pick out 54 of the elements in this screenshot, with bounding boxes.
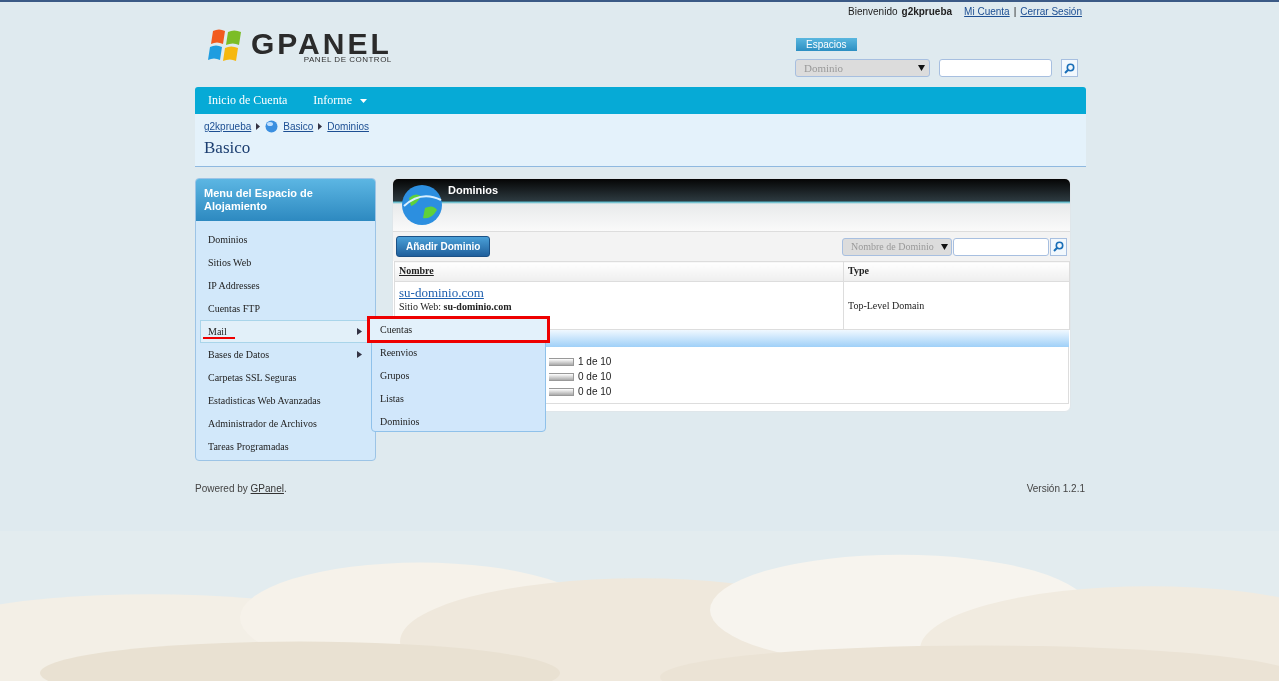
page-title: Basico	[204, 138, 251, 158]
breadcrumb-link[interactable]: g2kprueba	[204, 121, 252, 132]
quota-text: 1 de 10	[578, 356, 612, 367]
version-text: Versión 1.2.1	[1026, 483, 1085, 494]
table-cell: Top-Level Domain	[848, 300, 925, 311]
quota-bar	[549, 372, 574, 381]
arrow-icon	[318, 123, 323, 130]
submenu-item[interactable]: Dominios	[372, 410, 545, 433]
top-link[interactable]: Cerrar Sesión	[1020, 5, 1082, 17]
underline-mark	[203, 337, 235, 339]
logo-tagline: PANEL DE CONTROL	[302, 55, 392, 64]
sidebar-item[interactable]: Estadisticas Web Avanzadas	[200, 389, 371, 412]
search-button[interactable]	[1050, 237, 1067, 256]
submenu-item[interactable]: Reenvios	[372, 341, 545, 364]
top-link[interactable]: Mi Cuenta	[964, 5, 1010, 17]
domain-link[interactable]: su-dominio.com	[399, 285, 484, 301]
breadcrumb-link[interactable]: Dominios	[327, 121, 369, 132]
submenu-item[interactable]: Listas	[372, 387, 545, 410]
website-text: Sitio Web: su-dominio.com	[399, 301, 512, 312]
globe-icon	[265, 120, 279, 133]
quota-bar	[549, 387, 574, 396]
arrow-icon	[256, 123, 261, 130]
username: g2kprueba	[901, 5, 953, 17]
sidebar-item[interactable]: Cuentas FTP	[200, 297, 371, 320]
globe-icon	[401, 184, 443, 226]
footer-link[interactable]: GPanel	[250, 483, 284, 494]
sidebar-item[interactable]: Administrador de Archivos	[200, 412, 371, 435]
sidebar-item[interactable]: Bases de Datos	[200, 343, 371, 366]
quota-text: 0 de 10	[578, 386, 612, 397]
sidebar-item[interactable]: Sitios Web	[200, 251, 371, 274]
sidebar-title: Menu del Espacio de Alojamiento	[196, 179, 375, 221]
column-header[interactable]: Nombre	[399, 265, 434, 276]
search-icon	[1053, 241, 1064, 252]
caret-icon	[941, 243, 948, 250]
search-button[interactable]	[1061, 59, 1078, 77]
sidebar-item[interactable]: Tareas Programadas	[200, 435, 371, 458]
quota-text: 0 de 10	[578, 371, 612, 382]
add-domain-button[interactable]: Añadir Dominio	[396, 236, 491, 257]
caret-icon	[918, 65, 925, 71]
separator: |	[1013, 5, 1017, 17]
quota-bar	[549, 357, 574, 366]
sidebar-item[interactable]: Carpetas SSL Seguras	[200, 366, 371, 389]
sidebar-item[interactable]: Dominios	[200, 228, 371, 251]
submenu-item[interactable]: Cuentas	[369, 318, 548, 341]
panel-title: Dominios	[448, 184, 499, 196]
filter-field[interactable]	[953, 237, 1049, 256]
column-header[interactable]: Type	[848, 265, 869, 276]
search-icon	[1064, 62, 1075, 74]
welcome-text: Bienvenido	[848, 5, 898, 17]
powered-text: Powered by GPanel.	[195, 483, 287, 494]
search-field[interactable]	[939, 59, 1052, 77]
breadcrumb-link[interactable]: Basico	[283, 121, 314, 132]
sidebar-item[interactable]: IP Addresses	[200, 274, 371, 297]
submenu-item[interactable]: Grupos	[372, 364, 545, 387]
